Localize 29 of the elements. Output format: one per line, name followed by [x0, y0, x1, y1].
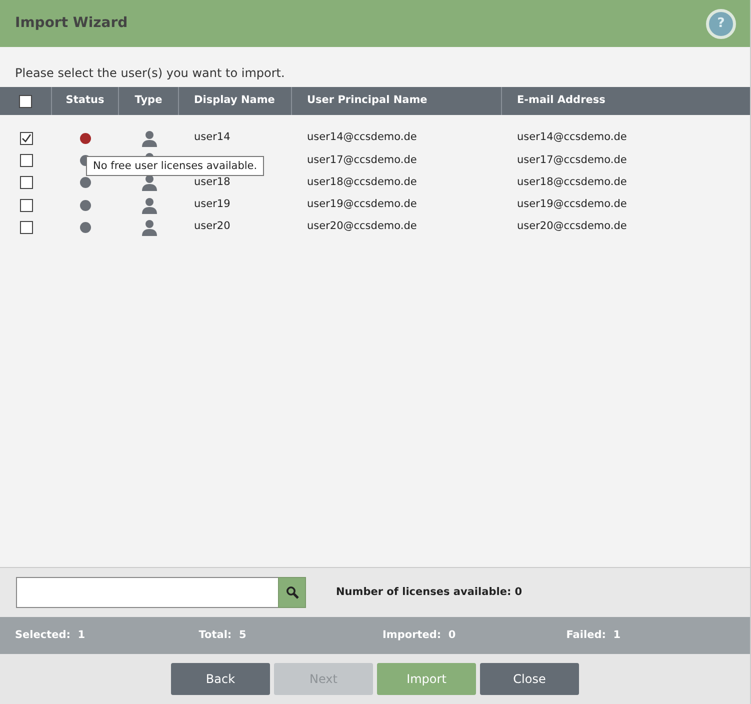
stat-text: Selected: 1 — [15, 628, 86, 643]
column-header[interactable]: Type — [134, 93, 162, 109]
table-cell: user14@ccsdemo.de — [307, 131, 417, 144]
table-cell: user17@ccsdemo.de — [307, 154, 417, 166]
wizard-button[interactable]: Close — [480, 663, 579, 695]
table-cell: user20@ccsdemo.de — [517, 220, 627, 232]
stat-text: Total: 5 — [198, 628, 248, 643]
table-cell: user18 — [194, 176, 230, 188]
table-cell: user20@ccsdemo.de — [307, 220, 417, 232]
window-title: Import Wizard — [15, 14, 128, 33]
instruction-text: Please select the user(s) you want to import. — [14, 65, 286, 82]
license-count: Number of licenses available: 0 — [336, 584, 522, 600]
table-cell: user17@ccsdemo.de — [517, 154, 627, 166]
column-header[interactable]: Status — [66, 93, 104, 109]
table-cell: user19@ccsdemo.de — [517, 198, 627, 210]
stat-text: Imported: 0 — [382, 628, 457, 643]
table-cell: user19@ccsdemo.de — [307, 198, 417, 210]
table-cell: user18@ccsdemo.de — [517, 176, 627, 188]
table-cell: user18@ccsdemo.de — [307, 176, 417, 188]
column-header[interactable]: Display Name — [194, 93, 275, 109]
tooltip: No free user licenses available. — [86, 156, 264, 176]
table-cell: user14 — [194, 131, 230, 144]
stat-text: Failed: 1 — [566, 628, 622, 643]
wizard-button[interactable]: Back — [171, 663, 270, 695]
column-header[interactable]: User Principal Name — [307, 93, 428, 109]
table-cell: user19 — [194, 198, 230, 210]
table-cell: user20 — [194, 220, 230, 232]
table-cell: user14@ccsdemo.de — [517, 131, 627, 144]
column-header[interactable]: E-mail Address — [517, 93, 606, 109]
